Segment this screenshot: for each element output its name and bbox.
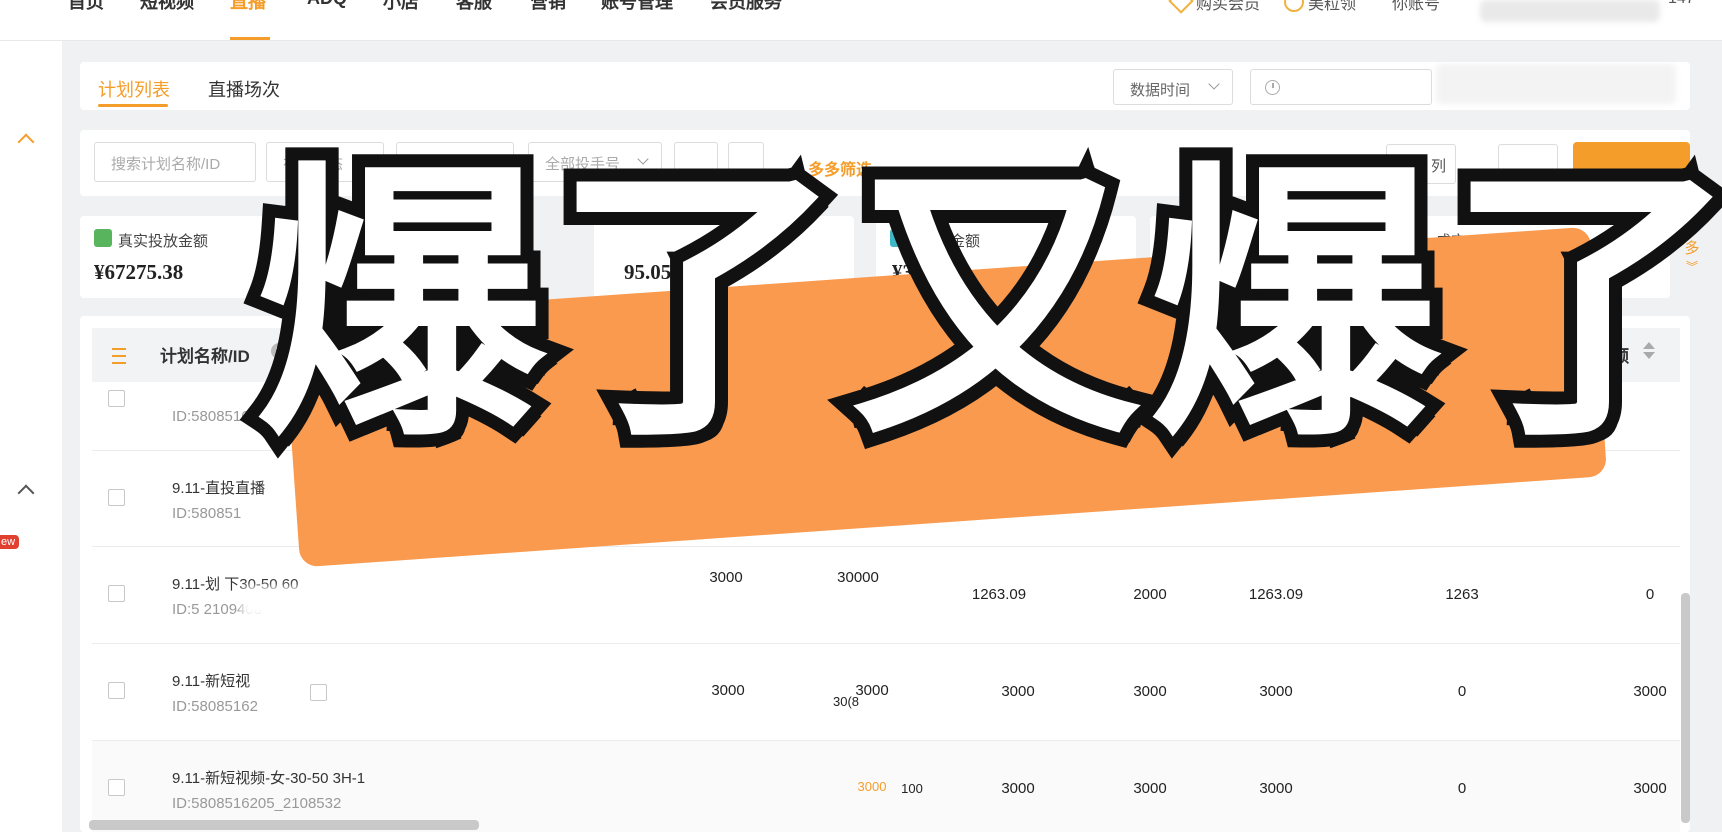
- nav-adq[interactable]: ADQ: [307, 0, 347, 9]
- vertical-scrollbar[interactable]: [1681, 593, 1690, 823]
- table-cell: 1263.09: [1248, 586, 1304, 603]
- table-cell: 30(8: [832, 694, 860, 709]
- row-checkbox[interactable]: [108, 682, 125, 699]
- table-cell: 1263: [1445, 586, 1479, 603]
- date-range-picker[interactable]: [1250, 69, 1432, 105]
- tab-live-sessions[interactable]: 直播场次: [208, 76, 280, 102]
- horizontal-scrollbar[interactable]: [89, 820, 479, 830]
- collapse-chevron-icon[interactable]: [17, 484, 35, 502]
- plan-id: ID:58085162: [172, 698, 258, 715]
- redacted-area: [242, 587, 362, 617]
- clock-icon: [1265, 80, 1280, 95]
- table-cell: 3000: [1133, 780, 1167, 797]
- diamond-icon: [1168, 0, 1194, 14]
- table-cell: 3000: [1001, 683, 1035, 700]
- column-header-plan-name[interactable]: 计划名称/ID: [160, 342, 250, 367]
- table-row[interactable]: 9.11-新短视频-女-30-50 3H-1 ID:5808516205_210…: [92, 741, 1680, 832]
- table-cell: 3000: [1259, 780, 1293, 797]
- plan-id: ID:580851: [172, 505, 242, 522]
- table-cell: 0: [1645, 586, 1655, 603]
- nav-account-management[interactable]: 账号管理: [601, 0, 673, 14]
- table-cell: 1263.09: [971, 586, 1027, 603]
- nav-marketing[interactable]: 营销: [530, 0, 566, 14]
- account-count: 147: [1668, 0, 1695, 8]
- menu-icon[interactable]: [112, 348, 126, 364]
- nav-service[interactable]: 客服: [456, 0, 492, 14]
- table-cell: 3000: [1133, 683, 1167, 700]
- row-checkbox[interactable]: [108, 585, 125, 602]
- table-cell: 3000: [711, 682, 745, 699]
- table-cell: 2000: [1133, 586, 1167, 603]
- data-time-label: 数据时间: [1130, 82, 1191, 99]
- table-cell: 3000: [1259, 683, 1293, 700]
- wallet-icon: [94, 229, 112, 247]
- coupon-link[interactable]: 美粒领: [1308, 0, 1356, 14]
- row-checkbox[interactable]: [108, 390, 125, 407]
- plan-name[interactable]: 9.11-新短视频-女-30-50 3H-1: [172, 767, 365, 788]
- table-cell: 3000: [1633, 683, 1667, 700]
- coin-icon: [1284, 0, 1304, 12]
- plan-name[interactable]: 9.11-直投直播: [172, 477, 265, 498]
- row-checkbox[interactable]: [108, 489, 125, 506]
- data-time-select[interactable]: 数据时间: [1113, 69, 1233, 105]
- buy-membership-link[interactable]: 购买会员: [1196, 0, 1260, 14]
- redacted-area: [1436, 64, 1676, 104]
- search-input[interactable]: 搜索计划名称/ID: [94, 142, 256, 182]
- nav-short-video[interactable]: 短视频: [140, 0, 194, 14]
- new-badge: ew: [0, 535, 19, 549]
- plan-id: ID:5808516205_2108532: [172, 795, 342, 812]
- stat-value: ¥67275.38: [94, 260, 184, 284]
- nav-live[interactable]: 直播: [230, 0, 266, 14]
- table-cell: 0: [1457, 683, 1467, 700]
- tab-plan-list[interactable]: 计划列表: [98, 76, 170, 102]
- row-checkbox[interactable]: [108, 779, 125, 796]
- account-name[interactable]: 你账号: [1392, 0, 1440, 14]
- tab-active-indicator: [98, 104, 168, 107]
- stat-label: 真实投放金额: [118, 233, 209, 250]
- tabs-bar: 计划列表 直播场次 数据时间: [80, 62, 1690, 110]
- redacted-area: [392, 654, 652, 674]
- collapse-chevron-icon[interactable]: [17, 133, 35, 151]
- left-sidebar: [0, 41, 62, 832]
- overlay-headline: 爆了又爆了: [242, 126, 1722, 489]
- nav-shop[interactable]: 小店: [383, 0, 419, 14]
- table-cell: 3000: [1633, 780, 1667, 797]
- table-cell: 3000: [709, 569, 743, 586]
- nav-active-indicator: [230, 37, 270, 40]
- table-cell: 30000: [837, 569, 879, 586]
- nav-home[interactable]: 首页: [68, 0, 104, 14]
- redacted-area: [1480, 0, 1660, 22]
- top-navigation: 首页 短视频 直播 ADQ 小店 客服 营销 账号管理 会员服务 购买会员 美粒…: [0, 0, 1722, 41]
- table-row[interactable]: 9.11-新短视 ID:58085162 3000 3000 30(8 3000…: [92, 644, 1680, 741]
- table-cell: 100: [901, 781, 923, 796]
- chevron-down-icon: [1208, 78, 1220, 90]
- table-cell: 3000: [1001, 780, 1035, 797]
- plan-name[interactable]: 9.11-新短视: [172, 670, 250, 691]
- nav-membership[interactable]: 会员服务: [710, 0, 782, 14]
- search-placeholder: 搜索计划名称/ID: [111, 156, 221, 173]
- row-checkbox[interactable]: [310, 684, 327, 701]
- table-cell: 0: [1457, 780, 1467, 797]
